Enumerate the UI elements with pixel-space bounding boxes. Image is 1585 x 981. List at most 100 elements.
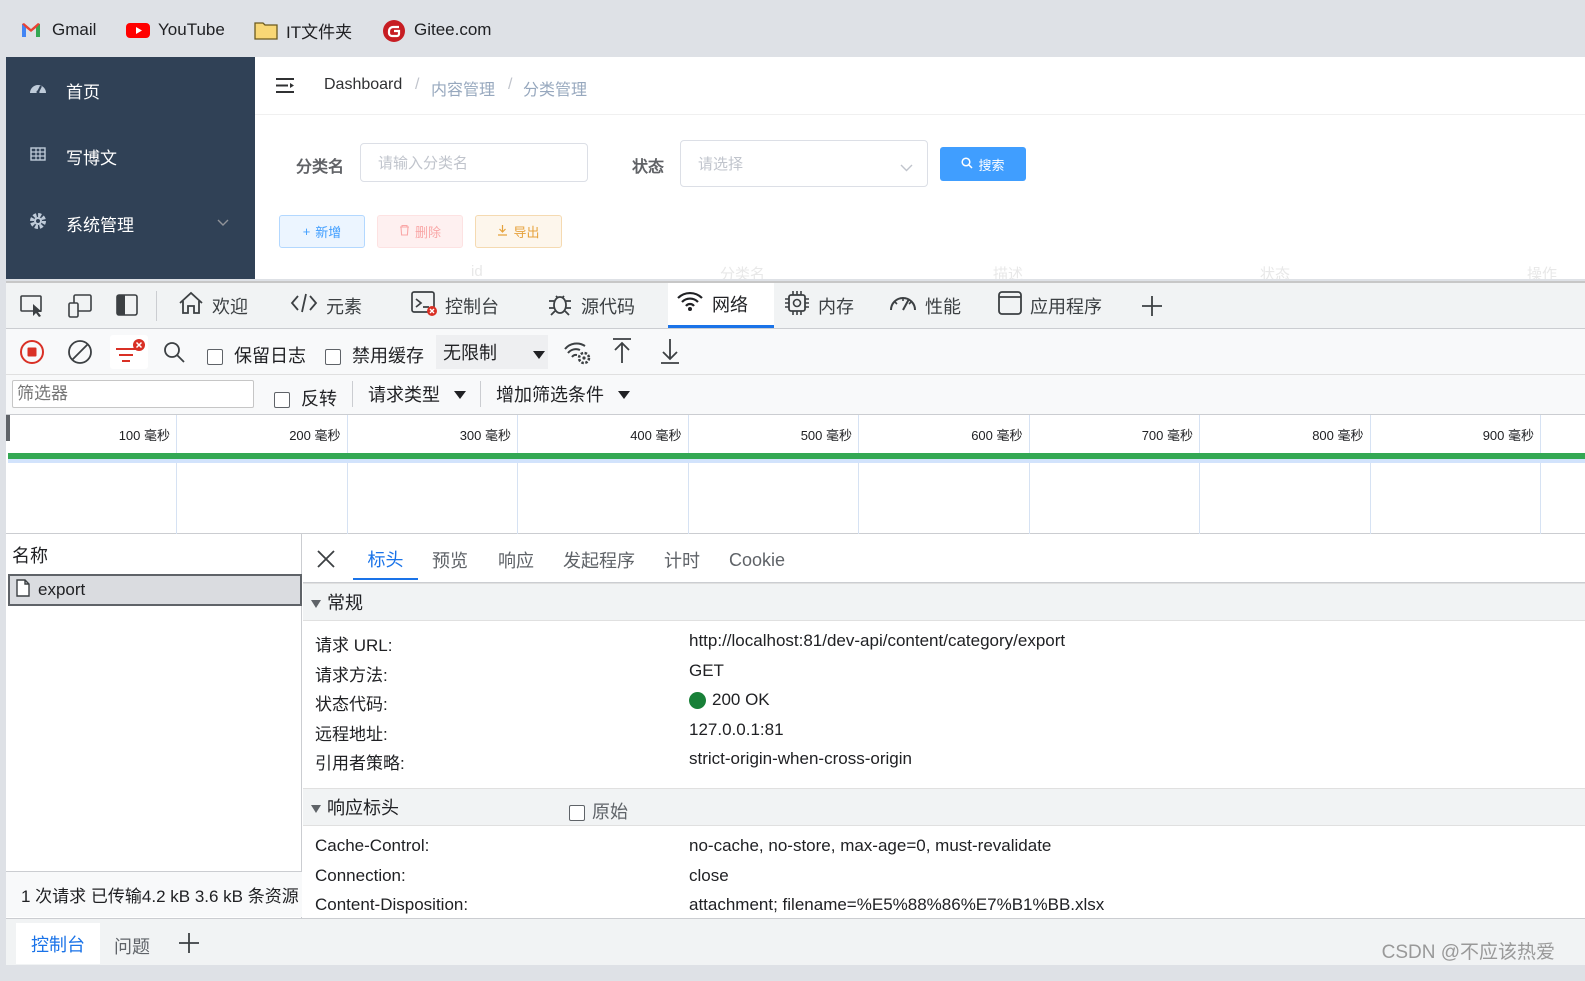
timeline-tick-line (1540, 415, 1541, 534)
bookmark-label: Gitee.com (414, 20, 492, 39)
close-icon[interactable] (316, 549, 336, 574)
tab-label: 计时 (664, 551, 700, 571)
disable-cache-checkbox[interactable]: 禁用缓存 (325, 342, 424, 368)
bookmark-gmail[interactable]: Gmail (20, 16, 96, 44)
request-detail-pane: 标头 预览 响应 发起程序 计时 Cookie 常规 请求 URL: http:… (303, 534, 1585, 918)
status-label: 状态 (632, 159, 665, 176)
dropdown-arrow-icon (618, 391, 631, 399)
breadcrumb-content: 内容管理 (431, 82, 496, 99)
drawer-tab-issues[interactable]: 问题 (114, 933, 150, 959)
sidebar-item-home[interactable]: 首页 (6, 57, 255, 123)
export-button[interactable]: 导出 (475, 215, 562, 248)
drawer-add-plus-icon[interactable] (178, 932, 200, 959)
network-conditions-icon[interactable] (563, 339, 591, 370)
tab-sources[interactable]: 源代码 (547, 283, 635, 328)
timeline-handle[interactable] (6, 415, 10, 441)
status-ok-dot-icon (689, 691, 706, 709)
tab-console[interactable]: 控制台 (411, 283, 499, 328)
general-section-header[interactable]: 常规 (303, 583, 1585, 621)
hamburger-icon[interactable] (275, 77, 295, 99)
tab-label: Cookie (729, 549, 786, 570)
tab-label: 内存 (818, 296, 854, 317)
tab-preview[interactable]: 预览 (432, 540, 468, 580)
checkbox-box (325, 349, 341, 366)
timeline-tick-line (1199, 415, 1200, 534)
bookmark-youtube[interactable]: YouTube (126, 16, 225, 44)
sidebar-item-system[interactable]: 系统管理 (6, 190, 255, 256)
tab-label: 响应 (498, 551, 534, 571)
timeline-tick-line (1369, 415, 1371, 534)
filter-toggle-button[interactable] (110, 335, 148, 369)
tab-label: 预览 (432, 551, 468, 571)
dock-side-icon[interactable] (116, 294, 138, 321)
add-button[interactable]: + 新增 (279, 215, 365, 248)
record-stop-icon[interactable] (19, 339, 45, 370)
tab-cookie[interactable]: Cookie (729, 540, 785, 580)
invert-checkbox[interactable]: 反转 (274, 385, 337, 411)
filter-input[interactable] (12, 380, 254, 408)
gear-icon (28, 212, 48, 235)
request-row-export[interactable]: export (8, 574, 302, 606)
inspect-icon[interactable] (20, 294, 46, 323)
clear-icon[interactable] (67, 339, 93, 370)
dashboard-icon (28, 80, 48, 101)
filter-bar: 反转 请求类型 增加筛选条件 (6, 375, 1585, 415)
sidebar-item-write-blog[interactable]: 写博文 (6, 123, 255, 189)
name-column-header[interactable]: 名称 (12, 542, 48, 568)
table-header-desc: 描述 (993, 266, 1024, 279)
status-select[interactable]: 请选择 (680, 140, 928, 187)
tab-network[interactable]: 网络 (668, 283, 774, 328)
network-overview-timeline[interactable]: 100 毫秒 200 毫秒 300 毫秒 400 毫秒 500 毫秒 600 毫秒 700 … (6, 415, 1585, 534)
tab-timing[interactable]: 计时 (664, 540, 700, 580)
tab-elements[interactable]: 元素 (290, 283, 362, 328)
table-header-faded: id 分类名 描述 状态 操作 (255, 263, 1585, 279)
tab-performance[interactable]: 性能 (889, 283, 961, 328)
tab-application[interactable]: 应用程序 (998, 283, 1102, 328)
general-key-referrer: 引用者策略: (315, 754, 405, 773)
bookmark-it-folder[interactable]: IT文件夹 (254, 16, 352, 44)
category-name-input[interactable]: 请输入分类名 (360, 143, 588, 182)
general-value-status: 200 OK (689, 690, 770, 710)
plus-icon: + (302, 224, 311, 239)
watermark: CSDN @不应该热爱 (1381, 942, 1555, 963)
response-headers-section-header[interactable]: 响应标头 原始 (303, 788, 1585, 826)
timeline-tick-label: 900 毫秒 (1482, 428, 1534, 443)
search-icon[interactable] (162, 340, 186, 369)
chevron-down-icon (900, 159, 913, 176)
checkbox-box (207, 349, 223, 366)
request-type-dropdown[interactable]: 请求类型 (368, 381, 467, 407)
tab-label: 元素 (326, 296, 362, 317)
bug-icon (547, 290, 573, 322)
download-har-icon[interactable] (659, 337, 681, 370)
header-key-cache-control: Cache-Control: (315, 836, 430, 855)
tab-memory[interactable]: 内存 (784, 283, 854, 328)
raw-checkbox[interactable]: 原始 (569, 798, 628, 824)
response-headers-title: 响应标头 (327, 798, 399, 818)
general-value-remote: 127.0.0.1:81 (689, 720, 784, 739)
upload-har-icon[interactable] (611, 337, 633, 370)
tab-initiator[interactable]: 发起程序 (563, 540, 635, 580)
checkbox-box (274, 392, 290, 409)
console-icon (411, 290, 437, 322)
delete-button-label: 删除 (414, 225, 441, 240)
search-button[interactable]: 搜索 (940, 147, 1026, 181)
throttling-select[interactable]: 无限制 (436, 335, 548, 369)
breadcrumb-dashboard[interactable]: Dashboard (324, 76, 402, 94)
bookmark-gitee[interactable]: Gitee.com (382, 16, 491, 44)
search-icon (961, 156, 974, 172)
more-filters-dropdown[interactable]: 增加筛选条件 (496, 381, 631, 407)
delete-button[interactable]: 删除 (377, 215, 463, 248)
add-button-label: 新增 (315, 225, 342, 240)
drawer-tab-console[interactable]: 控制台 (16, 923, 100, 964)
general-key-url: 请求 URL: (315, 636, 393, 655)
tab-welcome[interactable]: 欢迎 (178, 283, 248, 328)
request-list: 名称 export (6, 534, 302, 918)
device-toolbar-icon[interactable] (68, 294, 94, 323)
tab-response[interactable]: 响应 (498, 540, 534, 580)
general-key-status: 状态代码: (315, 695, 388, 714)
more-tabs-plus-icon[interactable] (1140, 294, 1164, 323)
search-button-label: 搜索 (978, 157, 1005, 173)
preserve-log-checkbox[interactable]: 保留日志 (207, 342, 306, 368)
header-value-connection: close (689, 866, 729, 885)
tab-headers[interactable]: 标头 (353, 540, 418, 580)
